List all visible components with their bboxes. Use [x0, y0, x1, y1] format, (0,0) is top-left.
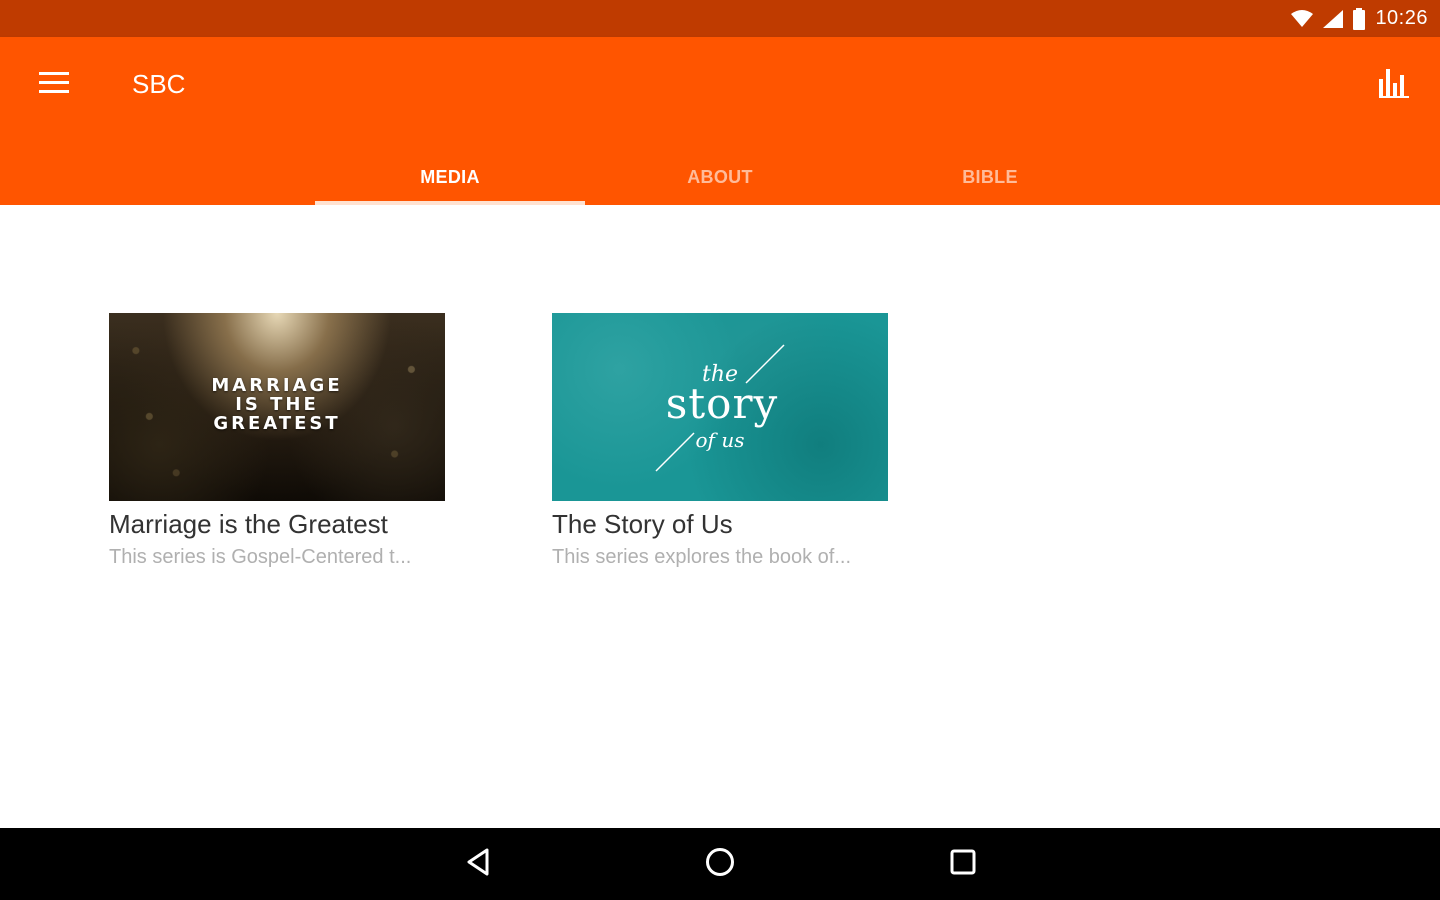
thumbnail-line: IS THE [235, 394, 319, 415]
media-thumbnail: MARRIAGE IS THE GREATEST [109, 313, 445, 501]
home-button[interactable] [700, 844, 740, 884]
thumbnail-line: MARRIAGE [211, 375, 343, 396]
media-thumbnail: the story of us [552, 313, 888, 501]
tab-bible[interactable]: BIBLE [855, 149, 1125, 205]
back-button[interactable] [458, 844, 498, 884]
recent-apps-button[interactable] [943, 844, 983, 884]
bar-chart-icon [1379, 67, 1409, 104]
thumbnail-line: GREATEST [213, 413, 341, 434]
hamburger-menu-icon [39, 71, 69, 99]
media-title: The Story of Us [552, 509, 733, 539]
navigation-bar [0, 828, 1440, 900]
app-title: SBC [132, 69, 186, 99]
tab-media[interactable]: MEDIA [315, 149, 585, 205]
media-card-marriage[interactable]: MARRIAGE IS THE GREATEST Marriage is the… [109, 313, 445, 569]
tab-about[interactable]: ABOUT [585, 149, 855, 205]
app-bar: SBC MEDIA ABOUT BIBLE [0, 37, 1440, 205]
cell-signal-icon [1323, 9, 1344, 28]
thumbnail-line: story [666, 379, 779, 428]
tab-bar: MEDIA ABOUT BIBLE [315, 149, 1125, 205]
media-card-story[interactable]: the story of us The Story of Us This ser… [552, 313, 888, 569]
wifi-icon [1291, 9, 1314, 28]
stats-button[interactable] [1374, 65, 1414, 105]
status-icons: 10:26 [1291, 0, 1428, 37]
back-icon [465, 848, 491, 881]
media-subtitle: This series explores the book of... [552, 546, 852, 568]
status-time: 10:26 [1375, 7, 1428, 29]
recent-apps-icon [950, 849, 976, 880]
menu-button[interactable] [30, 65, 78, 105]
status-bar: 10:26 [0, 0, 1440, 37]
media-content: MARRIAGE IS THE GREATEST Marriage is the… [0, 205, 1440, 828]
thumbnail-line: of us [696, 428, 745, 452]
battery-icon [1353, 7, 1366, 30]
thumbnail-title-art: MARRIAGE IS THE GREATEST [109, 376, 445, 433]
thumbnail-title-art: the story of us [655, 344, 785, 472]
media-title: Marriage is the Greatest [109, 509, 388, 539]
home-icon [705, 847, 735, 882]
media-subtitle: This series is Gospel-Centered t... [109, 546, 412, 568]
